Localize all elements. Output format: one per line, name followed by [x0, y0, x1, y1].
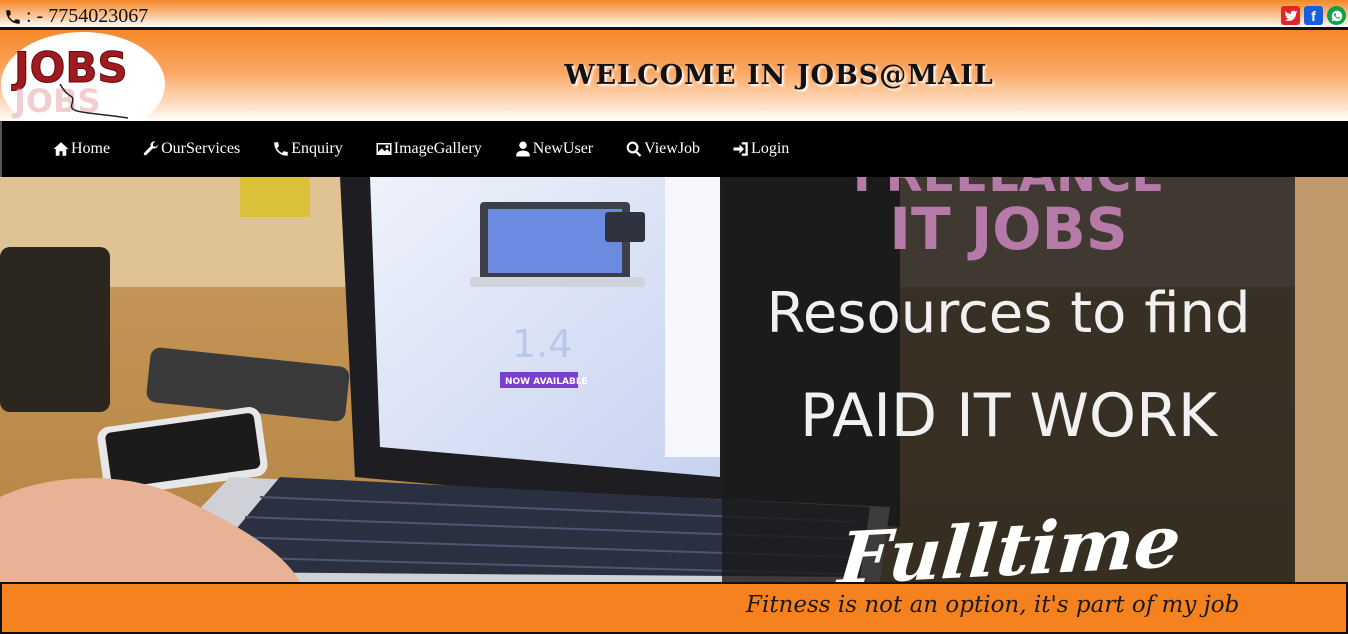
nav-label: Login: [751, 140, 790, 157]
main-navigation: Home OurServices Enquiry ImageGallery Ne…: [0, 121, 1348, 177]
hero-paid-it-work: PAID IT WORK: [799, 381, 1218, 451]
phone-icon: [6, 9, 20, 24]
nav-item-image-gallery[interactable]: ImageGallery: [375, 140, 482, 158]
nav-label: ImageGallery: [393, 140, 482, 157]
nav-label: Home: [71, 140, 111, 157]
page-title: WELCOME IN JOBS@MAIL: [564, 60, 994, 91]
nav-label: ViewJob: [644, 140, 701, 157]
home-icon: [53, 142, 69, 156]
nav-label: Enquiry: [291, 140, 343, 157]
twitter-icon[interactable]: [1281, 6, 1300, 25]
facebook-icon[interactable]: f: [1304, 6, 1323, 25]
hero-it-jobs: IT JOBS: [889, 195, 1128, 263]
nav-label: NewUser: [532, 140, 594, 157]
nav-label: OurServices: [161, 140, 241, 157]
nav-item-view-job[interactable]: ViewJob: [625, 140, 700, 158]
hero-text-panel: FREELANCE IT JOBS Resources to find PAID…: [722, 177, 1295, 582]
wrench-icon: [143, 141, 159, 156]
social-links: f: [1281, 6, 1346, 25]
picture-icon: [376, 143, 392, 155]
now-available-badge: NOW AVAILABLE: [505, 377, 588, 387]
user-icon: [515, 141, 530, 157]
marquee-bar: Fitness is not an option, it's part of m…: [0, 582, 1348, 634]
phone-number: : - 7754023067: [26, 5, 149, 27]
hero-fulltime: Fulltime: [835, 498, 1185, 582]
phone-icon: [274, 142, 288, 156]
nav-item-our-services[interactable]: OurServices: [142, 140, 240, 158]
nav-item-new-user[interactable]: NewUser: [514, 140, 593, 158]
version-number: 1.4: [512, 322, 572, 366]
tagline-text: Fitness is not an option, it's part of m…: [746, 592, 1240, 618]
site-header: JOBS JOBS WELCOME IN JOBS@MAIL: [0, 30, 1348, 121]
whatsapp-icon[interactable]: [1327, 6, 1346, 25]
login-icon: [733, 142, 748, 156]
nav-item-home[interactable]: Home: [52, 140, 110, 158]
search-icon: [626, 141, 642, 157]
hero-resources: Resources to find: [766, 281, 1251, 346]
nav-item-login[interactable]: Login: [732, 140, 789, 158]
hero-banner: 1.4 NOW AVAILABLE FREELANCE IT JOBS Reso…: [0, 177, 1348, 582]
nav-item-enquiry[interactable]: Enquiry: [272, 140, 343, 158]
top-contact-bar: : - 7754023067 f: [0, 0, 1348, 30]
phone-contact: : - 7754023067: [4, 5, 148, 28]
